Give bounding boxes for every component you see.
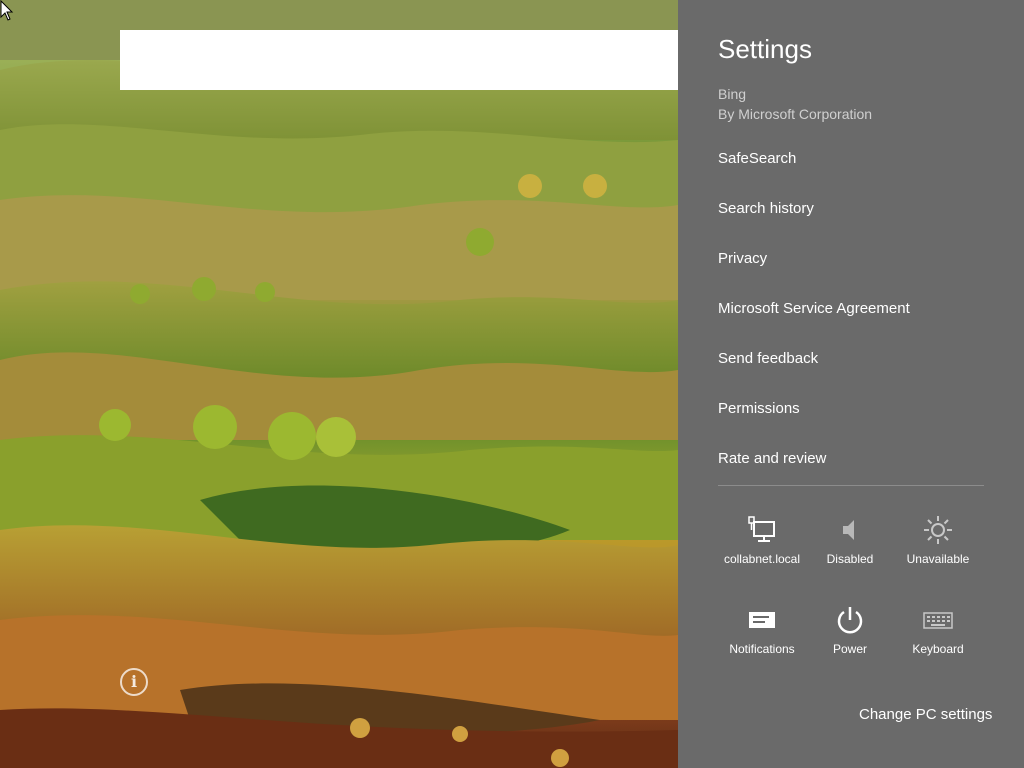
brightness-label: Unavailable bbox=[906, 552, 970, 566]
divider bbox=[718, 485, 984, 486]
network-label: collabnet.local bbox=[723, 552, 801, 566]
volume-tile[interactable]: Disabled bbox=[808, 514, 892, 584]
background-landscape: i bbox=[0, 0, 678, 768]
notifications-label: Notifications bbox=[729, 642, 795, 656]
menu-item-search-history[interactable]: Search history bbox=[718, 200, 814, 217]
volume-icon bbox=[843, 520, 854, 540]
network-icon bbox=[748, 516, 775, 542]
landscape-illustration bbox=[0, 0, 678, 768]
menu-item-privacy[interactable]: Privacy bbox=[718, 250, 767, 267]
brightness-tile[interactable]: Unavailable bbox=[896, 514, 980, 584]
keyboard-tile[interactable]: Keyboard bbox=[896, 604, 980, 674]
power-label: Power bbox=[832, 642, 867, 656]
search-input[interactable] bbox=[120, 30, 678, 90]
notifications-icon bbox=[749, 612, 775, 628]
keyboard-icon bbox=[923, 612, 953, 629]
info-button[interactable]: i bbox=[120, 668, 148, 696]
power-icon bbox=[837, 607, 863, 634]
charm-title: Settings bbox=[718, 34, 812, 64]
settings-charm: Settings Bing By Microsoft Corporation S… bbox=[678, 0, 1024, 768]
menu-item-service-agreement[interactable]: Microsoft Service Agreement bbox=[718, 300, 910, 317]
menu-item-send-feedback[interactable]: Send feedback bbox=[718, 350, 818, 367]
notifications-tile[interactable]: Notifications bbox=[720, 604, 804, 674]
app-publisher: By Microsoft Corporation bbox=[718, 106, 873, 122]
brightness-icon bbox=[924, 516, 952, 544]
menu-item-safesearch[interactable]: SafeSearch bbox=[718, 150, 796, 167]
menu-item-rate-and-review[interactable]: Rate and review bbox=[718, 450, 826, 467]
mouse-cursor-icon bbox=[0, 0, 14, 21]
menu-item-permissions[interactable]: Permissions bbox=[718, 400, 800, 417]
app-name: Bing bbox=[718, 86, 747, 102]
volume-label: Disabled bbox=[826, 552, 874, 566]
keyboard-label: Keyboard bbox=[912, 642, 964, 656]
change-pc-settings-link[interactable]: Change PC settings bbox=[859, 706, 992, 723]
power-tile[interactable]: Power bbox=[808, 604, 892, 674]
network-tile[interactable]: collabnet.local bbox=[720, 514, 804, 584]
